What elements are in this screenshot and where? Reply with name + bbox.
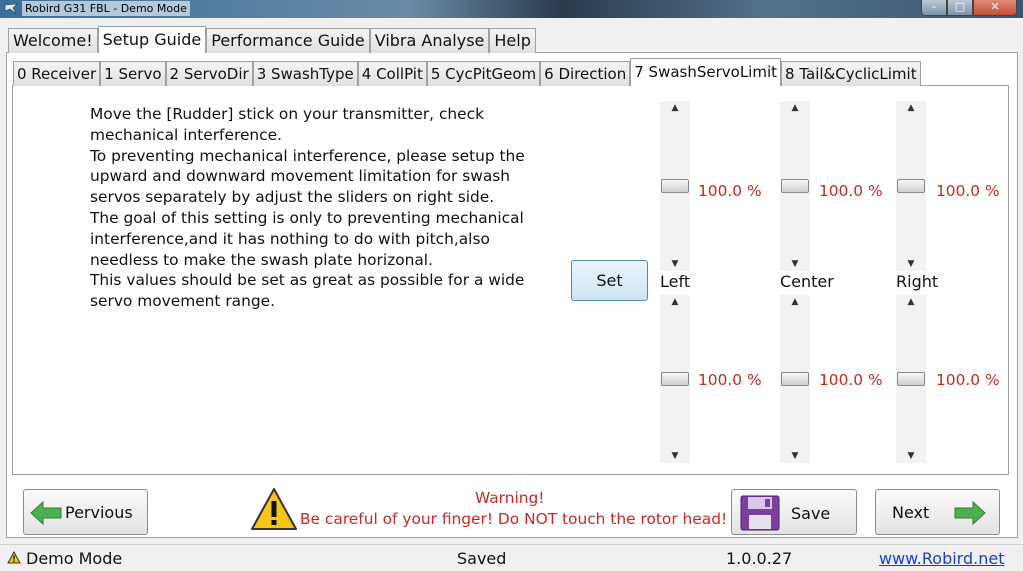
previous-label: Pervious <box>65 503 133 522</box>
instruction-line: To preventing mechanical interference, p… <box>90 146 525 207</box>
subtab-cycpitgeom[interactable]: 5 CycPitGeom <box>426 61 541 86</box>
main-tab-bar: Welcome! Setup Guide Performance Guide V… <box>8 26 536 53</box>
warning-text: Be careful of your finger! Do NOT touch … <box>300 510 728 528</box>
warning-small-icon <box>7 551 21 564</box>
scroll-up-icon[interactable]: ▲ <box>660 297 690 307</box>
left-lower-slider[interactable]: ▲ ▼ <box>660 295 690 463</box>
status-bar: Demo Mode Saved 1.0.0.27 www.Robird.net <box>0 544 1023 571</box>
arrow-right-icon <box>954 500 986 526</box>
scroll-down-icon[interactable]: ▼ <box>896 259 926 269</box>
subtab-swashtype[interactable]: 3 SwashType <box>252 61 358 86</box>
left-lower-value: 100.0 % <box>698 371 762 389</box>
center-lower-slider[interactable]: ▲ ▼ <box>780 295 810 463</box>
scroll-down-icon[interactable]: ▼ <box>896 451 926 461</box>
instruction-line: Move the [Rudder] stick on your transmit… <box>90 105 485 144</box>
subtab-collpit[interactable]: 4 CollPit <box>357 61 427 86</box>
tab-vibra-analyse[interactable]: Vibra Analyse <box>369 28 490 53</box>
subtab-direction[interactable]: 6 Direction <box>540 61 631 86</box>
slider-thumb[interactable] <box>781 179 809 193</box>
status-version: 1.0.0.27 <box>726 549 793 568</box>
scroll-down-icon[interactable]: ▼ <box>780 451 810 461</box>
previous-button[interactable]: Pervious <box>23 489 148 535</box>
right-lower-slider[interactable]: ▲ ▼ <box>896 295 926 463</box>
save-label: Save <box>791 504 831 523</box>
slider-thumb[interactable] <box>897 372 925 386</box>
maximize-button[interactable]: □ <box>947 0 973 16</box>
scroll-down-icon[interactable]: ▼ <box>660 451 690 461</box>
scroll-down-icon[interactable]: ▼ <box>780 259 810 269</box>
close-button[interactable]: ✕ <box>973 0 1017 16</box>
slider-thumb[interactable] <box>661 372 689 386</box>
subtab-servo[interactable]: 1 Servo <box>100 61 166 86</box>
right-label: Right <box>896 272 939 291</box>
scroll-up-icon[interactable]: ▲ <box>896 103 926 113</box>
floppy-disk-icon <box>740 495 780 531</box>
subtab-receiver[interactable]: 0 Receiver <box>13 61 101 86</box>
arrow-left-icon <box>30 500 62 526</box>
right-upper-slider[interactable]: ▲ ▼ <box>896 101 926 271</box>
next-button[interactable]: Next <box>875 489 1000 535</box>
window-title: Robird G31 FBL - Demo Mode <box>22 1 190 16</box>
sub-tab-bar: 0 Receiver 1 Servo 2 ServoDir 3 SwashTyp… <box>13 58 921 86</box>
center-label: Center <box>780 272 834 291</box>
instruction-line: The goal of this setting is only to prev… <box>90 208 524 269</box>
warning-triangle-icon <box>251 488 297 530</box>
scroll-up-icon[interactable]: ▲ <box>896 297 926 307</box>
left-upper-slider[interactable]: ▲ ▼ <box>660 101 690 271</box>
scroll-up-icon[interactable]: ▲ <box>780 297 810 307</box>
scroll-down-icon[interactable]: ▼ <box>660 259 690 269</box>
next-label: Next <box>892 503 930 522</box>
right-lower-value: 100.0 % <box>936 371 1000 389</box>
left-upper-value: 100.0 % <box>698 182 762 200</box>
subtab-swashservolimit[interactable]: 7 SwashServoLimit <box>630 58 782 86</box>
robird-icon <box>4 3 18 15</box>
slider-thumb[interactable] <box>897 179 925 193</box>
center-upper-slider[interactable]: ▲ ▼ <box>780 101 810 271</box>
subtab-servodir[interactable]: 2 ServoDir <box>165 61 253 86</box>
tab-help[interactable]: Help <box>489 28 536 53</box>
tab-welcome[interactable]: Welcome! <box>8 28 98 53</box>
tab-setup-guide[interactable]: Setup Guide <box>97 26 207 53</box>
subtab-tail-cycliclimit[interactable]: 8 Tail&CyclicLimit <box>781 61 921 86</box>
instructions: Move the [Rudder] stick on your transmit… <box>90 104 530 312</box>
center-upper-value: 100.0 % <box>819 182 883 200</box>
right-upper-value: 100.0 % <box>936 182 1000 200</box>
warning-title: Warning! <box>475 489 545 507</box>
scroll-up-icon[interactable]: ▲ <box>780 103 810 113</box>
website-link[interactable]: www.Robird.net <box>879 549 1004 568</box>
scroll-up-icon[interactable]: ▲ <box>660 103 690 113</box>
save-button[interactable]: Save <box>731 489 857 535</box>
center-lower-value: 100.0 % <box>819 371 883 389</box>
slider-thumb[interactable] <box>661 179 689 193</box>
minimize-button[interactable]: – <box>921 0 947 16</box>
slider-thumb[interactable] <box>781 372 809 386</box>
status-state: Saved <box>457 549 507 568</box>
tab-performance-guide[interactable]: Performance Guide <box>206 28 370 53</box>
set-button[interactable]: Set <box>571 260 648 301</box>
instruction-line: This values should be set as great as po… <box>90 271 525 311</box>
status-mode: Demo Mode <box>26 549 123 568</box>
left-label: Left <box>660 272 691 291</box>
title-bar: Robird G31 FBL - Demo Mode – □ ✕ <box>0 0 1023 18</box>
